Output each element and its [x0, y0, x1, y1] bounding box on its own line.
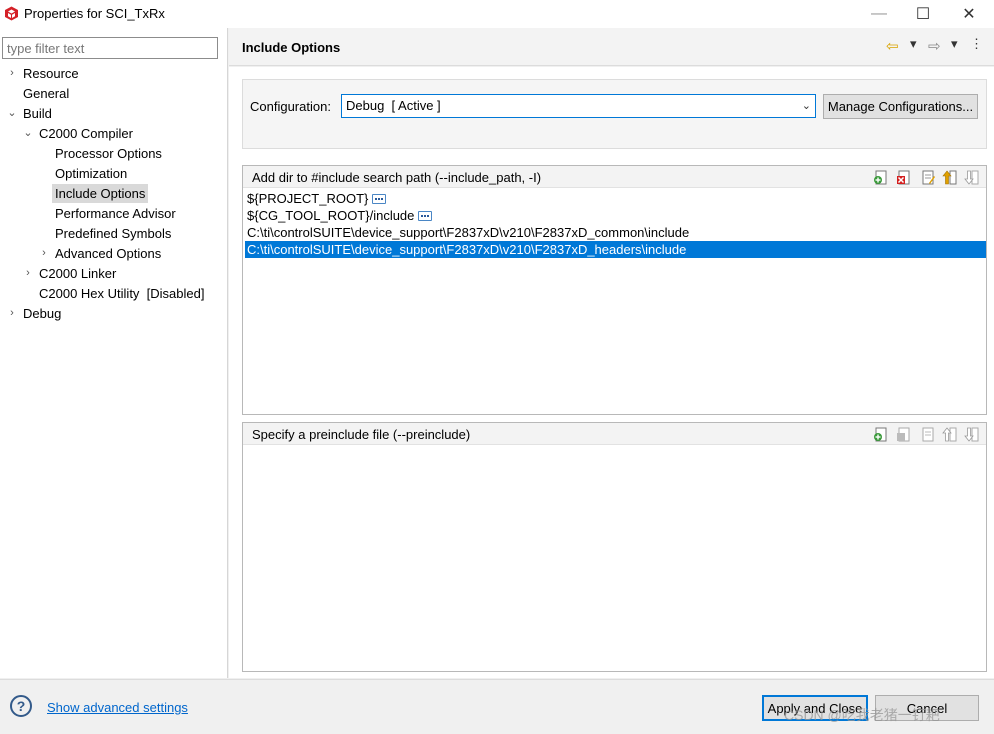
tree-item-c2000-linker[interactable]: C2000 Linker — [39, 264, 116, 283]
property-tree-pane: › Resource General ⌄ Build ⌄ C2000 Compi… — [0, 28, 228, 678]
tree-item-debug[interactable]: Debug — [23, 304, 61, 323]
tree-item-build[interactable]: Build — [23, 104, 52, 123]
include-path-row[interactable]: C:\ti\controlSUITE\device_support\F2837x… — [245, 224, 986, 241]
title-bar: Properties for SCI_TxRx — ☐ ✕ — [0, 0, 994, 28]
view-menu-icon[interactable]: ⋮ — [970, 36, 983, 52]
configuration-select[interactable]: Debug [ Active ] ⌄ — [341, 94, 816, 118]
maximize-button[interactable]: ☐ — [900, 0, 946, 28]
include-path-title: Add dir to #include search path (--inclu… — [252, 170, 542, 185]
tree-item-c2000-hex-utility[interactable]: C2000 Hex Utility [Disabled] — [39, 284, 204, 303]
move-up-icon[interactable] — [942, 427, 958, 442]
back-dropdown-icon[interactable]: ▾ — [910, 36, 917, 52]
tree-item-c2000-compiler[interactable]: C2000 Compiler — [39, 124, 133, 143]
filter-input[interactable] — [2, 37, 218, 59]
page-header: Include Options ⇦ ▾ ⇨ ▾ ⋮ — [229, 28, 994, 66]
tree-item-general[interactable]: General — [23, 84, 69, 103]
window-title: Properties for SCI_TxRx — [24, 6, 165, 21]
tree-item-advanced-options[interactable]: Advanced Options — [55, 244, 161, 263]
configuration-label: Configuration: — [250, 99, 331, 114]
delete-item-icon[interactable] — [896, 427, 912, 442]
configuration-value: Debug [ Active ] — [346, 98, 441, 113]
tree-item-predefined-symbols[interactable]: Predefined Symbols — [55, 224, 171, 243]
include-path-row[interactable]: ${PROJECT_ROOT} — [245, 190, 986, 207]
close-button[interactable]: ✕ — [946, 0, 992, 28]
page-title: Include Options — [242, 40, 341, 55]
include-path-text: C:\ti\controlSUITE\device_support\F2837x… — [247, 242, 687, 257]
tree-item-performance-advisor[interactable]: Performance Advisor — [55, 204, 176, 223]
tree-item-optimization[interactable]: Optimization — [55, 164, 127, 183]
expand-arrow-icon[interactable]: › — [7, 64, 17, 83]
include-path-text: ${CG_TOOL_ROOT}/include — [247, 208, 415, 223]
add-item-icon[interactable] — [873, 427, 889, 442]
collapse-arrow-icon[interactable]: ⌄ — [23, 124, 33, 143]
delete-item-icon[interactable] — [896, 170, 912, 185]
tree-item-processor-options[interactable]: Processor Options — [55, 144, 162, 163]
expand-arrow-icon[interactable]: › — [7, 304, 17, 323]
move-down-icon[interactable] — [964, 427, 980, 442]
include-path-panel: Add dir to #include search path (--inclu… — [242, 165, 987, 415]
edit-item-icon[interactable] — [920, 427, 936, 442]
include-path-text: C:\ti\controlSUITE\device_support\F2837x… — [247, 225, 690, 240]
collapse-arrow-icon[interactable]: ⌄ — [7, 104, 17, 123]
help-icon[interactable]: ? — [10, 695, 32, 717]
watermark: CSDN @吃我老猪一钉耙 — [784, 707, 940, 723]
preinclude-title: Specify a preinclude file (--preinclude) — [252, 427, 471, 442]
app-cube-icon — [5, 6, 18, 21]
expand-arrow-icon[interactable]: › — [23, 264, 33, 283]
preinclude-panel-header: Specify a preinclude file (--preinclude) — [243, 423, 986, 445]
back-arrow-icon[interactable]: ⇦ — [886, 37, 899, 55]
edit-item-icon[interactable] — [920, 170, 936, 185]
add-item-icon[interactable] — [873, 170, 889, 185]
tree-item-include-options[interactable]: Include Options — [52, 184, 149, 203]
include-path-text: ${PROJECT_ROOT} — [247, 191, 369, 206]
more-options-icon[interactable] — [372, 194, 387, 204]
move-down-icon[interactable] — [964, 170, 980, 185]
forward-arrow-icon[interactable]: ⇨ — [928, 37, 941, 55]
include-path-panel-header: Add dir to #include search path (--inclu… — [243, 166, 986, 188]
include-path-row-selected[interactable]: C:\ti\controlSUITE\device_support\F2837x… — [245, 241, 986, 258]
chevron-down-icon: ⌄ — [801, 100, 811, 112]
move-up-icon[interactable] — [942, 170, 958, 185]
preinclude-panel: Specify a preinclude file (--preinclude) — [242, 422, 987, 672]
forward-dropdown-icon[interactable]: ▾ — [951, 36, 958, 52]
minimize-button[interactable]: — — [856, 0, 902, 28]
manage-configurations-button[interactable]: Manage Configurations... — [823, 94, 978, 119]
more-options-icon[interactable] — [418, 211, 433, 221]
expand-arrow-icon[interactable]: › — [39, 244, 49, 263]
tree-item-resource[interactable]: Resource — [23, 64, 79, 83]
show-advanced-settings-link[interactable]: Show advanced settings — [47, 700, 188, 715]
include-path-row[interactable]: ${CG_TOOL_ROOT}/include — [245, 207, 986, 224]
